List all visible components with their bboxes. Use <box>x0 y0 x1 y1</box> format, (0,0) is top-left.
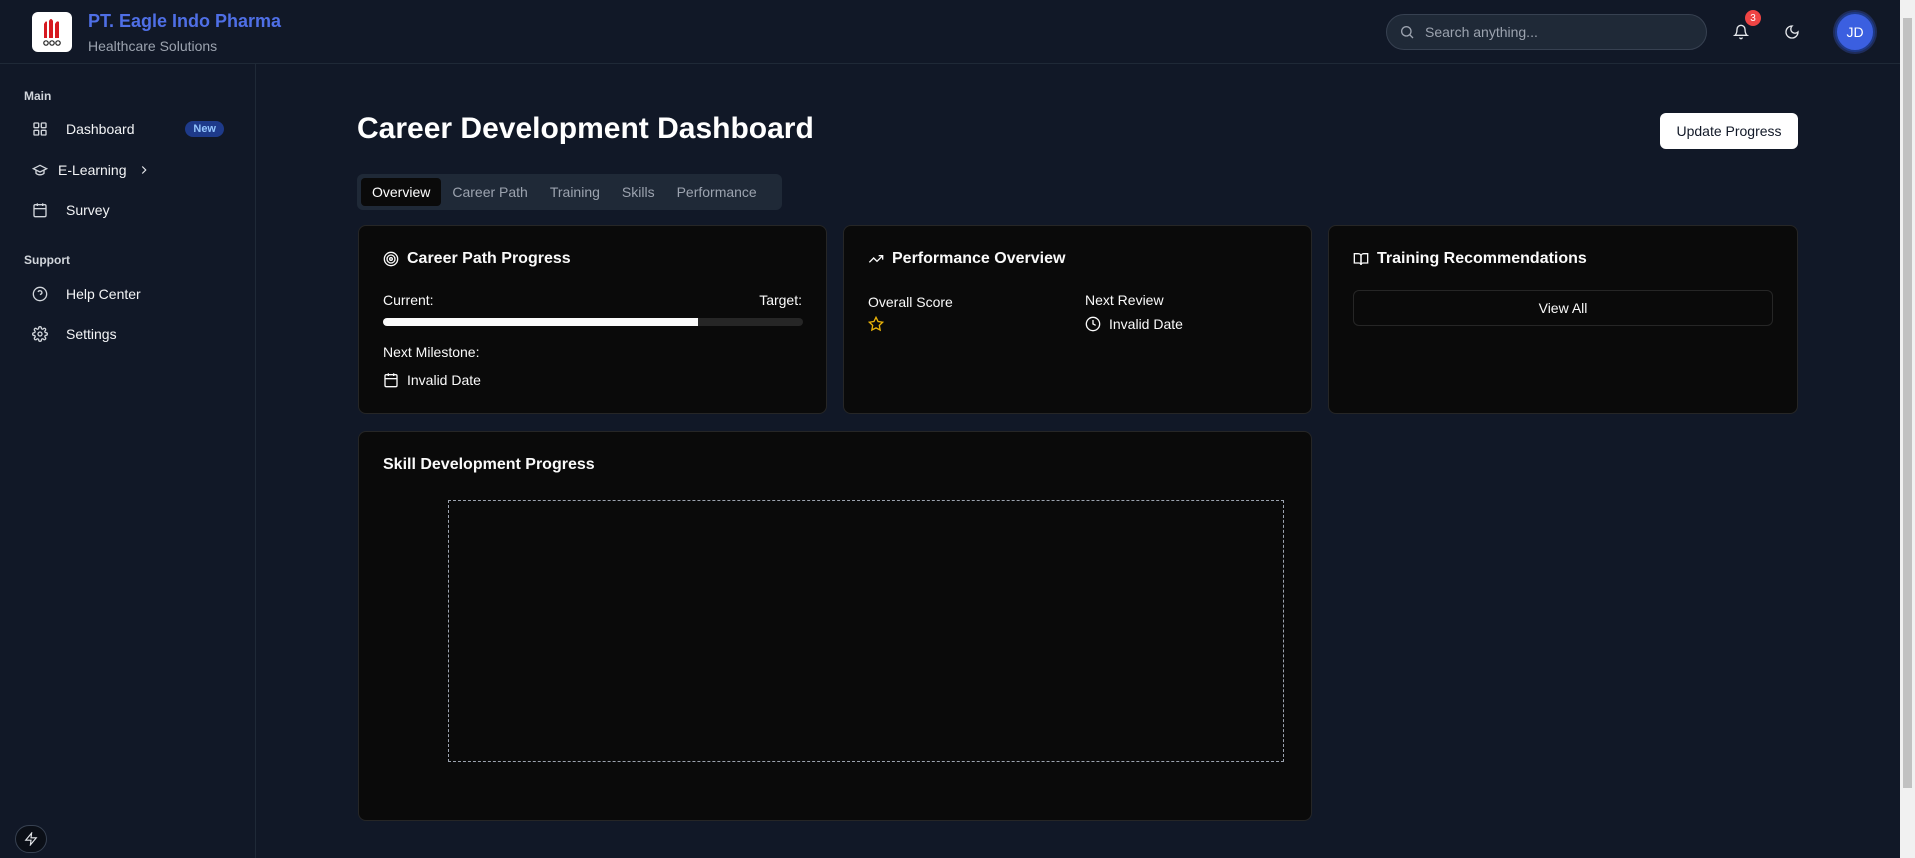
career-progress-fill <box>383 318 698 326</box>
star-icon <box>868 316 884 332</box>
sidebar: Main Dashboard New E-Learning Survey Sup… <box>0 64 256 858</box>
grid-icon <box>33 122 47 136</box>
eagle-logo-icon <box>43 19 61 46</box>
skill-development-card: Skill Development Progress <box>358 431 1312 821</box>
search-icon <box>1401 26 1414 39</box>
brand-name: PT. Eagle Indo Pharma <box>88 11 282 31</box>
top-header: PT. Eagle Indo Pharma Healthcare Solutio… <box>0 0 1900 64</box>
sidebar-heading-main: Main <box>24 89 52 103</box>
milestone-date-row: Invalid Date <box>383 372 481 388</box>
sidebar-item-label: Dashboard <box>66 121 135 137</box>
brand-subtitle: Healthcare Solutions <box>88 38 218 54</box>
sidebar-item-survey[interactable]: Survey <box>20 192 236 228</box>
bell-icon <box>1733 24 1749 40</box>
card-title: Performance Overview <box>868 250 1065 268</box>
search-bar[interactable] <box>1386 14 1707 50</box>
chevron-right-icon <box>141 166 147 174</box>
skill-card-title: Skill Development Progress <box>383 456 595 473</box>
sidebar-item-dashboard[interactable]: Dashboard New <box>20 111 236 147</box>
tab-career-path[interactable]: Career Path <box>441 178 538 206</box>
sidebar-heading-support: Support <box>24 253 70 267</box>
sidebar-item-help-center[interactable]: Help Center <box>20 276 236 312</box>
career-card-title-text: Career Path Progress <box>407 250 571 267</box>
training-card-title-text: Training Recommendations <box>1377 250 1587 267</box>
user-avatar[interactable]: JD <box>1835 12 1875 52</box>
calendar-icon <box>33 203 47 218</box>
card-title: Training Recommendations <box>1353 250 1587 268</box>
gear-icon <box>32 326 48 342</box>
overall-score-label: Overall Score <box>868 294 953 310</box>
tab-overview[interactable]: Overview <box>361 178 442 206</box>
quick-action-button[interactable] <box>15 825 47 853</box>
milestone-date: Invalid Date <box>407 372 481 388</box>
current-label: Current: <box>383 292 434 308</box>
training-card: Training Recommendations View All <box>1328 225 1798 414</box>
card-title: Career Path Progress <box>383 250 571 268</box>
career-path-card: Career Path Progress Current: Target: Ne… <box>358 225 827 414</box>
tab-skills[interactable]: Skills <box>611 178 666 206</box>
lightning-icon <box>24 832 38 846</box>
sidebar-item-label: Survey <box>66 202 110 218</box>
performance-card: Performance Overview Overall Score Next … <box>843 225 1312 414</box>
update-progress-button[interactable]: Update Progress <box>1660 113 1798 149</box>
sidebar-item-label: E-Learning <box>58 162 127 178</box>
moon-icon <box>1785 25 1799 39</box>
performance-card-title-text: Performance Overview <box>892 250 1066 267</box>
skill-chart-area <box>448 500 1284 762</box>
scrollbar-thumb[interactable] <box>1903 18 1912 788</box>
theme-toggle-button[interactable] <box>1774 14 1810 50</box>
calendar-icon <box>384 373 398 388</box>
tab-performance[interactable]: Performance <box>666 178 768 206</box>
graduation-cap-icon <box>32 164 48 176</box>
notification-count-badge: 3 <box>1745 10 1761 26</box>
review-date: Invalid Date <box>1109 316 1183 332</box>
search-input[interactable] <box>1425 24 1695 40</box>
sidebar-item-label: Help Center <box>66 286 141 302</box>
tab-list: Overview Career Path Training Skills Per… <box>357 174 782 210</box>
target-icon <box>383 251 399 267</box>
target-label: Target: <box>759 292 802 308</box>
career-progress-bar <box>383 318 803 326</box>
company-logo[interactable] <box>32 12 72 52</box>
clock-icon <box>1085 316 1101 332</box>
trending-up-icon <box>868 255 884 263</box>
new-badge: New <box>185 121 224 137</box>
view-all-button[interactable]: View All <box>1353 290 1773 326</box>
tab-training[interactable]: Training <box>539 178 611 206</box>
help-circle-icon <box>32 286 48 302</box>
review-date-row: Invalid Date <box>1085 316 1183 332</box>
sidebar-item-e-learning[interactable]: E-Learning <box>20 152 236 188</box>
book-open-icon <box>1353 253 1369 266</box>
sidebar-item-settings[interactable]: Settings <box>20 316 236 352</box>
next-milestone-label: Next Milestone: <box>383 344 480 360</box>
next-review-label: Next Review <box>1085 292 1164 308</box>
page-title: Career Development Dashboard <box>357 112 814 145</box>
sidebar-item-label: Settings <box>66 326 117 342</box>
